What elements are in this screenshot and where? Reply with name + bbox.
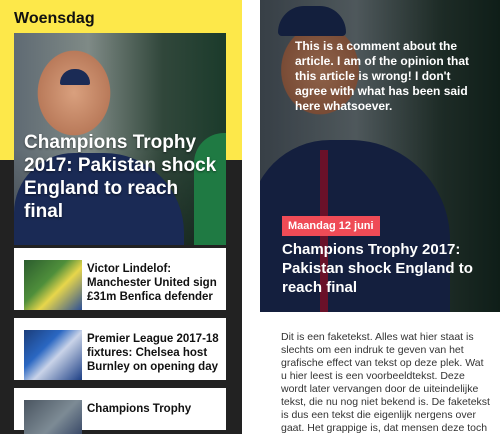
list-item[interactable]: Victor Lindelof: Manchester United sign … bbox=[14, 248, 226, 318]
article-thumbnail bbox=[24, 330, 82, 380]
list-item-title: Premier League 2017-18 fixtures: Chelsea… bbox=[87, 333, 219, 373]
list-item[interactable]: Champions Trophy bbox=[14, 388, 226, 434]
article-body: Dit is een faketekst. Alles wat hier sta… bbox=[281, 331, 490, 434]
hero-article-card[interactable]: Champions Trophy 2017: Pakistan shock En… bbox=[14, 33, 226, 245]
date-badge: Maandag 12 juni bbox=[282, 216, 380, 236]
article-list: Victor Lindelof: Manchester United sign … bbox=[14, 248, 226, 434]
featured-article-card[interactable]: This is a comment about the article. I a… bbox=[260, 0, 500, 312]
article-thumbnail bbox=[24, 400, 82, 434]
article-thumbnail bbox=[24, 260, 82, 310]
comment-text: This is a comment about the article. I a… bbox=[295, 39, 470, 113]
hero-title[interactable]: Champions Trophy 2017: Pakistan shock En… bbox=[24, 131, 220, 223]
left-panel: Woensdag Champions Trophy 2017: Pakistan… bbox=[0, 0, 242, 434]
list-item-title: Champions Trophy bbox=[87, 403, 192, 415]
day-header: Woensdag bbox=[14, 10, 95, 27]
list-item-title: Victor Lindelof: Manchester United sign … bbox=[87, 263, 217, 303]
featured-title[interactable]: Champions Trophy 2017: Pakistan shock En… bbox=[282, 240, 492, 297]
list-item[interactable]: Premier League 2017-18 fixtures: Chelsea… bbox=[14, 318, 226, 388]
